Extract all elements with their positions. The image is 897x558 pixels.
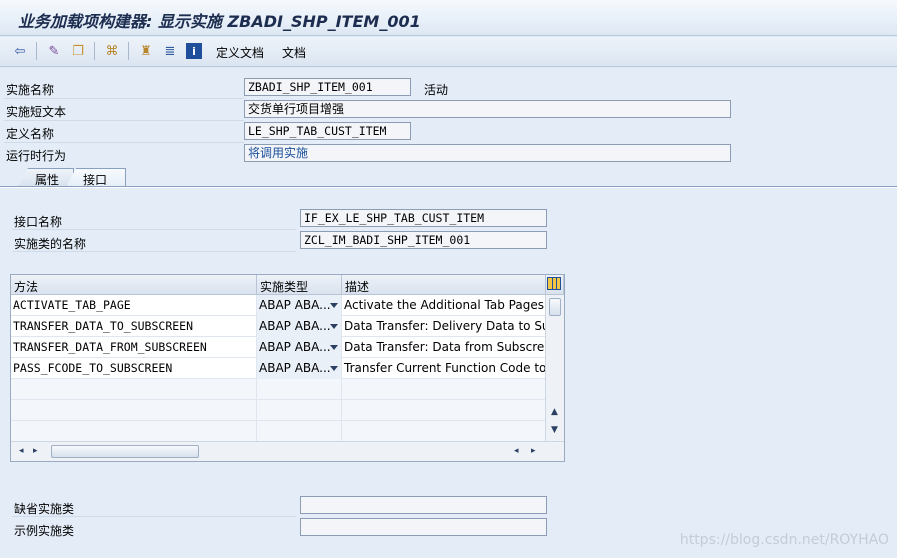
empty-cell [11,400,257,421]
org-icon[interactable]: ♜ [138,43,154,59]
main-content: 实施名称 ZBADI_SHP_ITEM_001 活动 实施短文本 交货单行项目增… [0,68,897,558]
row-divider [4,142,244,143]
scroll-thumb[interactable] [549,298,561,316]
definition-name-field[interactable]: LE_SHP_TAB_CUST_ITEM [244,122,411,140]
runtime-field[interactable]: 将调用实施 [244,144,731,162]
window-title: 业务加载项构建器: 显示实施 ZBADI_SHP_ITEM_001 [18,12,421,31]
example-class-field[interactable] [300,518,547,536]
scroll-down-icon[interactable]: ▼ [551,425,558,435]
scroll-first-icon[interactable]: ◂ [19,446,24,456]
impl-type-value: ABAP ABA... [259,319,331,333]
table-row[interactable]: PASS_FCODE_TO_SUBSCREEN ABAP ABA... Tran… [11,358,546,379]
table-row[interactable]: TRANSFER_DATA_FROM_SUBSCREEN ABAP ABA...… [11,337,546,358]
method-cell: TRANSFER_DATA_TO_SUBSCREEN [11,316,257,337]
tab-interface[interactable]: 接口 [66,168,126,187]
copy-icon[interactable]: ❐ [70,43,86,59]
column-config-icon [547,277,561,290]
short-text-field[interactable]: 交货单行项目增强 [244,100,731,118]
scroll-thumb[interactable] [51,445,199,458]
chevron-down-icon[interactable] [330,345,338,350]
default-class-field[interactable] [300,496,547,514]
documentation-button[interactable]: 文档 [282,44,306,61]
title-bar: 业务加载项构建器: 显示实施 ZBADI_SHP_ITEM_001 [0,0,897,36]
default-class-label: 缺省实施类 [14,502,75,516]
row-divider [4,120,244,121]
toolbar-separator [36,42,37,60]
impl-type-dropdown[interactable]: ABAP ABA... [257,337,342,358]
hierarchy-icon[interactable]: ⌘ [104,43,120,59]
impl-type-dropdown[interactable]: ABAP ABA... [257,358,342,379]
description-cell: Transfer Current Function Code to S [342,358,546,379]
empty-row [11,379,546,400]
scroll-left-icon[interactable]: ▸ [33,446,38,456]
method-cell: TRANSFER_DATA_FROM_SUBSCREEN [11,337,257,358]
application-toolbar: ⇦ ✎ ❐ ⌘ ♜ ≣ i 定义文档 文档 [0,37,897,67]
watermark-text: https://blog.csdn.net/ROYHAO [679,532,889,548]
interface-name-label: 接口名称 [14,215,63,229]
methods-table: 方法 实施类型 描述 ACTIVATE_TAB_PAGE ABAP ABA...… [10,274,565,462]
empty-cell [11,379,257,400]
column-header-description[interactable]: 描述 [342,275,546,295]
row-divider [12,251,296,252]
empty-cell [11,421,257,442]
table-row[interactable]: ACTIVATE_TAB_PAGE ABAP ABA... Activate t… [11,295,546,316]
description-cell: Data Transfer: Data from Subscreen [342,337,546,358]
table-settings-button[interactable] [546,275,564,295]
back-icon[interactable]: ⇦ [12,43,28,59]
table-row[interactable]: TRANSFER_DATA_TO_SUBSCREEN ABAP ABA... D… [11,316,546,337]
scroll-right-icon[interactable]: ◂ [514,446,519,456]
row-divider [12,229,296,230]
scroll-last-icon[interactable]: ▸ [531,446,536,456]
horizontal-scrollbar[interactable]: ◂ ▸ ◂ ▸ [11,441,564,461]
impl-type-value: ABAP ABA... [259,340,331,354]
description-cell: Activate the Additional Tab Pages [342,295,546,316]
impl-type-value: ABAP ABA... [259,298,331,312]
tab-attributes[interactable]: 属性 [18,168,74,187]
toolbar-separator [94,42,95,60]
method-cell: PASS_FCODE_TO_SUBSCREEN [11,358,257,379]
impl-class-field[interactable]: ZCL_IM_BADI_SHP_ITEM_001 [300,231,547,249]
empty-cell [257,421,342,442]
scroll-up-icon[interactable]: ▲ [551,407,558,417]
chevron-down-icon[interactable] [330,324,338,329]
impl-class-label: 实施类的名称 [14,237,87,251]
chevron-down-icon[interactable] [330,366,338,371]
impl-type-dropdown[interactable]: ABAP ABA... [257,295,342,316]
description-cell: Data Transfer: Delivery Data to Subsc [342,316,546,337]
row-divider [12,516,296,517]
edit-icon[interactable]: ✎ [46,43,62,59]
impl-status-text: 活动 [424,83,449,97]
impl-name-label: 实施名称 [6,83,55,97]
empty-row [11,421,546,442]
impl-type-value: ABAP ABA... [259,361,331,375]
short-text-label: 实施短文本 [6,105,67,119]
empty-cell [257,379,342,400]
toolbar-separator [128,42,129,60]
empty-row [11,400,546,421]
vertical-scrollbar[interactable]: ▲ ▼ [545,295,564,442]
impl-name-field[interactable]: ZBADI_SHP_ITEM_001 [244,78,411,96]
impl-type-dropdown[interactable]: ABAP ABA... [257,316,342,337]
column-header-impl-type[interactable]: 实施类型 [257,275,342,295]
chevron-down-icon[interactable] [330,303,338,308]
empty-cell [257,400,342,421]
tab-strip: 属性 接口 [0,168,897,188]
runtime-label: 运行时行为 [6,149,67,163]
list-icon[interactable]: ≣ [162,43,178,59]
interface-name-field[interactable]: IF_EX_LE_SHP_TAB_CUST_ITEM [300,209,547,227]
example-class-label: 示例实施类 [14,524,75,538]
column-header-method[interactable]: 方法 [11,275,257,295]
row-divider [4,98,244,99]
definition-doc-button[interactable]: 定义文档 [216,44,264,61]
info-icon[interactable]: i [186,43,202,59]
method-cell: ACTIVATE_TAB_PAGE [11,295,257,316]
definition-name-label: 定义名称 [6,127,55,141]
